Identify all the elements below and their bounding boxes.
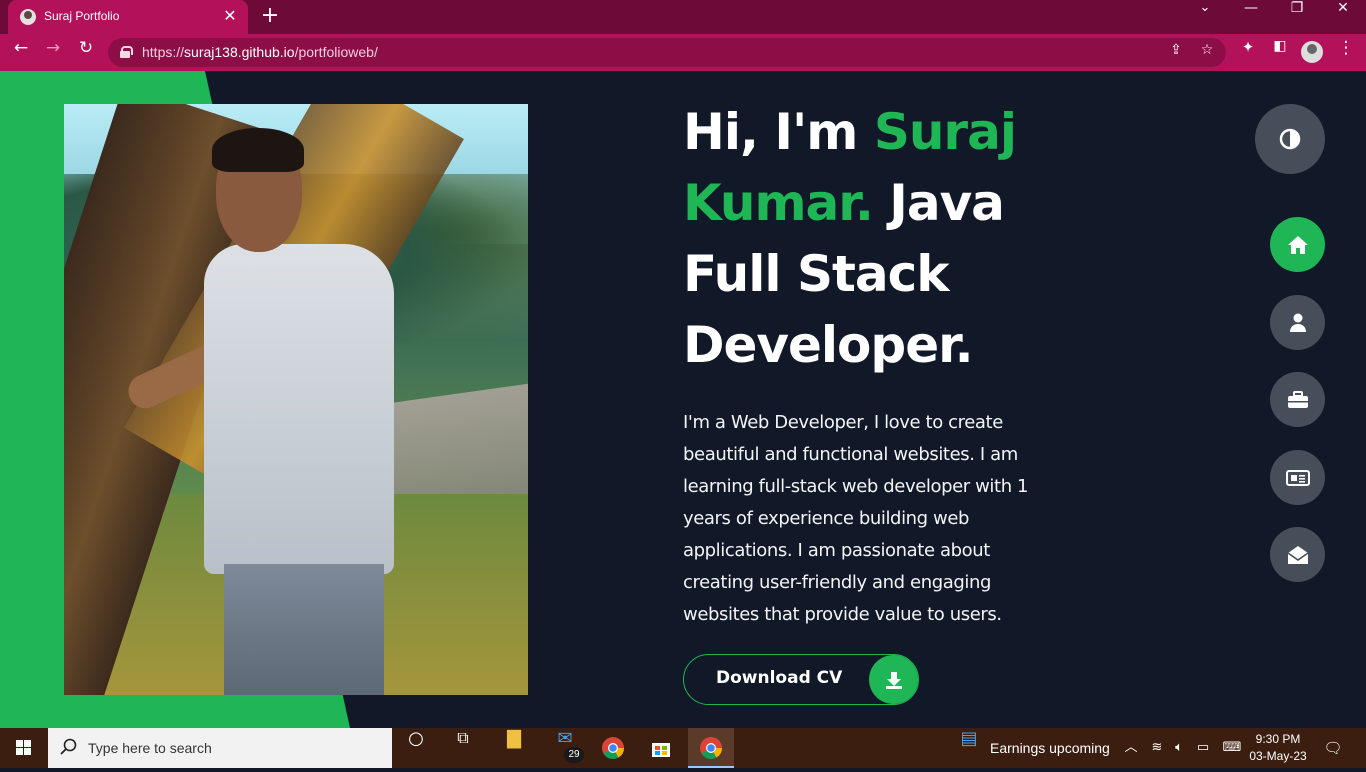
hero-headline: Hi, I'm Suraj Kumar. Java Full Stack Dev… (683, 97, 1103, 381)
chrome-active-window-icon[interactable] (688, 728, 734, 768)
url-text[interactable]: https://suraj138.github.io/portfolioweb/ (142, 44, 378, 60)
bookmark-star-icon[interactable]: ☆ (1196, 42, 1218, 64)
tab-search-chevron-icon[interactable]: ⌄ (1182, 0, 1228, 34)
close-window-button[interactable]: ✕ (1320, 0, 1366, 34)
taskbar-search-box[interactable]: Type here to search (48, 728, 392, 768)
favicon-icon (20, 9, 36, 25)
share-icon[interactable]: ⇪ (1165, 42, 1187, 64)
news-widget-text[interactable]: Earnings upcoming (990, 740, 1110, 756)
start-button[interactable] (0, 728, 48, 768)
download-icon (869, 655, 918, 704)
tab-title: Suraj Portfolio (44, 9, 120, 23)
url-scheme: https:// (142, 44, 185, 60)
forward-arrow-icon[interactable]: → (38, 38, 68, 68)
notifications-icon[interactable]: 🗨︎ (1318, 728, 1348, 768)
restore-button[interactable]: ❐ (1274, 0, 1320, 34)
search-placeholder: Type here to search (88, 740, 212, 756)
extensions-puzzle-icon[interactable]: ✦ (1233, 38, 1263, 68)
nav-home-button[interactable] (1270, 217, 1325, 272)
windows-logo-icon (0, 740, 48, 772)
search-icon (60, 738, 78, 760)
side-panel-icon[interactable]: ◧ (1265, 38, 1295, 68)
portfolio-page: Hi, I'm Suraj Kumar. Java Full Stack Dev… (0, 71, 1366, 728)
back-arrow-icon[interactable]: ← (6, 38, 36, 68)
theme-toggle-button[interactable] (1255, 104, 1325, 174)
greeting-text: Hi, I'm (683, 103, 874, 161)
nav-portfolio-button[interactable] (1270, 372, 1325, 427)
clock-date: 03-May-23 (1249, 749, 1307, 763)
browser-titlebar: Suraj Portfolio ✕ + ⌄ — ❐ ✕ (0, 0, 1366, 34)
profile-photo (64, 104, 528, 695)
url-path: /portfolioweb/ (294, 44, 378, 60)
volume-icon[interactable]: 🔈︎ (1168, 728, 1190, 768)
cortana-icon[interactable]: ○ (393, 728, 439, 768)
task-view-icon[interactable]: ⧉ (440, 728, 486, 768)
menu-kebab-icon[interactable]: ⋮ (1331, 38, 1361, 68)
nav-about-button[interactable] (1270, 295, 1325, 350)
show-hidden-icons-chevron-icon[interactable]: ︿ (1120, 728, 1142, 768)
download-cv-label: Download CV (716, 668, 843, 688)
minimize-button[interactable]: — (1228, 0, 1274, 34)
profile-avatar[interactable] (1301, 41, 1323, 63)
chrome-icon[interactable] (590, 728, 636, 768)
taskbar-clock[interactable]: 9:30 PM 03-May-23 (1248, 731, 1308, 765)
url-host: suraj138.github.io (184, 44, 295, 60)
reload-icon[interactable]: ↻ (71, 38, 101, 68)
browser-tab[interactable]: Suraj Portfolio ✕ (8, 0, 248, 34)
mail-icon[interactable]: ✉ 29 (542, 728, 588, 768)
keyboard-icon[interactable]: ⌨ (1218, 728, 1246, 768)
nav-blog-button[interactable] (1270, 450, 1325, 505)
clock-time: 9:30 PM (1255, 732, 1301, 746)
intro-paragraph: I'm a Web Developer, I love to create be… (683, 412, 1029, 625)
download-cv-button[interactable]: Download CV (683, 654, 919, 705)
mail-badge: 29 (564, 747, 584, 763)
new-tab-button[interactable]: + (258, 4, 282, 28)
nav-contact-button[interactable] (1270, 527, 1325, 582)
file-explorer-icon[interactable]: ▇ (491, 728, 537, 768)
browser-toolbar: ← → ↻ https://suraj138.github.io/portfol… (0, 34, 1366, 71)
battery-icon[interactable]: ▭ (1192, 728, 1214, 768)
store-icon[interactable] (638, 728, 684, 768)
lock-icon (120, 46, 133, 58)
windows-taskbar: Type here to search ○ ⧉ ▇ ✉ 29 ▤ Earnings… (0, 728, 1366, 768)
wifi-icon[interactable]: ≋ (1146, 728, 1168, 768)
news-widget-icon[interactable]: ▤ (946, 728, 992, 768)
address-bar[interactable]: https://suraj138.github.io/portfolioweb/… (108, 38, 1226, 67)
close-tab-icon[interactable]: ✕ (220, 6, 240, 26)
